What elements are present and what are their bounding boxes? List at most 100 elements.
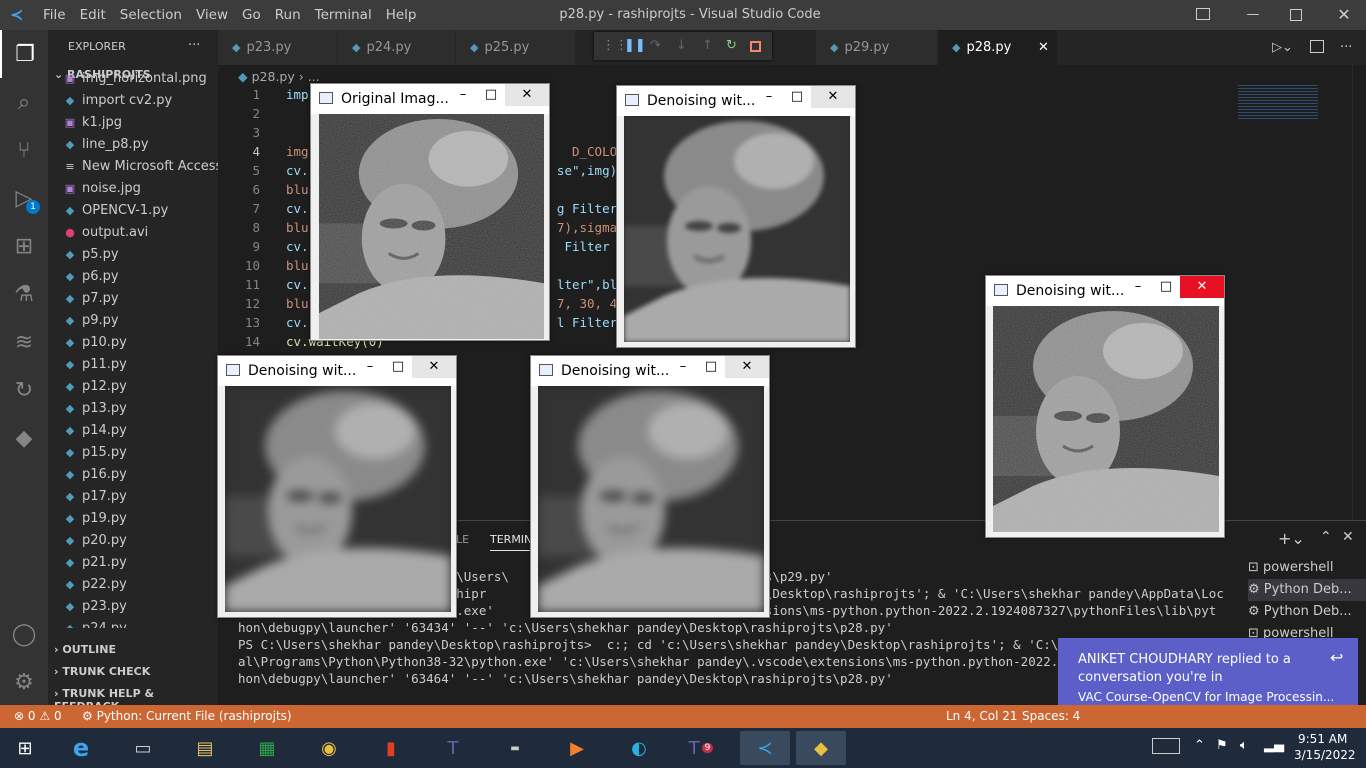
- settings-gear-icon[interactable]: ⚙: [0, 658, 48, 706]
- file-item[interactable]: ◆ OPENCV-1.py: [48, 200, 218, 222]
- menu-help[interactable]: Help: [379, 0, 424, 30]
- minimize-icon[interactable]: –: [451, 84, 475, 106]
- file-item[interactable]: ◆ p15.py: [48, 442, 218, 464]
- minimap[interactable]: [1238, 85, 1318, 121]
- internet-explorer-icon[interactable]: e: [62, 731, 100, 765]
- opencv-window[interactable]: Denoising wit... – □ ✕: [530, 355, 770, 618]
- restart-icon[interactable]: ↻: [726, 32, 737, 60]
- menu-file[interactable]: File: [36, 0, 73, 30]
- store-icon[interactable]: ▦: [248, 731, 286, 765]
- explorer-more-button[interactable]: ···: [188, 38, 200, 53]
- edge-icon[interactable]: ◐: [620, 731, 658, 765]
- close-icon[interactable]: ✕: [725, 356, 769, 378]
- opencv-window[interactable]: Denoising wit... – □ ✕: [616, 85, 856, 348]
- tab-p29[interactable]: ◆ p29.py: [816, 30, 938, 65]
- file-item[interactable]: ◆ p11.py: [48, 354, 218, 376]
- extensions-icon[interactable]: ⊞: [0, 222, 48, 270]
- opencv-window[interactable]: Original Imag... – □ ✕: [310, 83, 550, 341]
- terminal-instance[interactable]: ⚙ Python Deb...: [1248, 601, 1366, 623]
- code-line[interactable]: imp: [286, 87, 309, 102]
- code-line[interactable]: blu: [286, 182, 309, 197]
- restore-button[interactable]: [1290, 9, 1302, 21]
- file-item[interactable]: ◆ p6.py: [48, 266, 218, 288]
- file-explorer-icon[interactable]: ▤: [186, 731, 224, 765]
- python-icon[interactable]: ◆: [0, 414, 48, 462]
- file-item[interactable]: ◆ p7.py: [48, 288, 218, 310]
- tab-p24[interactable]: ◆ p24.py: [338, 30, 456, 65]
- close-icon[interactable]: ✕: [505, 84, 549, 106]
- lenovo-icon[interactable]: ▭: [124, 731, 162, 765]
- close-panel-icon[interactable]: ✕: [1342, 529, 1354, 545]
- more-actions-icon[interactable]: ···: [1340, 30, 1352, 65]
- mysql-icon[interactable]: ▬: [496, 731, 534, 765]
- maximize-icon[interactable]: □: [699, 356, 723, 378]
- file-item[interactable]: ◆ p22.py: [48, 574, 218, 596]
- wifi-icon[interactable]: ▂▄: [1264, 738, 1284, 753]
- file-item[interactable]: ▣ k1.jpg: [48, 112, 218, 134]
- tab-p25[interactable]: ◆ p25.py: [456, 30, 576, 65]
- file-item[interactable]: ◆ import cv2.py: [48, 90, 218, 112]
- indentation[interactable]: Spaces: 4: [1022, 705, 1080, 728]
- menu-go[interactable]: Go: [235, 0, 268, 30]
- network-icon[interactable]: ⚑: [1216, 738, 1228, 753]
- tray-up-icon[interactable]: ⌃: [1194, 738, 1205, 753]
- file-item[interactable]: ▣ noise.jpg: [48, 178, 218, 200]
- terminal-instance[interactable]: ⚙ Python Deb...: [1248, 579, 1366, 601]
- teams-badge-icon[interactable]: T9: [682, 731, 720, 765]
- file-item[interactable]: ◆ p16.py: [48, 464, 218, 486]
- split-editor-icon[interactable]: [1310, 40, 1324, 53]
- close-icon[interactable]: ✕: [811, 86, 855, 108]
- docker-icon[interactable]: ≋: [0, 318, 48, 366]
- explorer-icon[interactable]: ❐: [0, 30, 48, 78]
- pause-icon[interactable]: ❚❚: [624, 32, 646, 60]
- file-item[interactable]: ◆ p13.py: [48, 398, 218, 420]
- opencv-window[interactable]: Denoising wit... – □ ✕: [217, 355, 457, 618]
- file-item[interactable]: ◆ p20.py: [48, 530, 218, 552]
- window-titlebar[interactable]: Denoising wit... – □ ✕: [617, 86, 855, 116]
- tab-p28[interactable]: ◆ p28.py ✕: [938, 30, 1058, 65]
- new-terminal-icon[interactable]: +⌄: [1278, 529, 1305, 548]
- close-icon[interactable]: ✕: [412, 356, 456, 378]
- step-over-icon[interactable]: ↷: [650, 32, 661, 60]
- section-trunk-check[interactable]: › TRUNK CHECK: [54, 665, 150, 678]
- clock-date[interactable]: 3/15/2022: [1294, 748, 1356, 762]
- cursor-position[interactable]: Ln 4, Col 21: [946, 705, 1018, 728]
- tab-close-icon[interactable]: ✕: [1038, 30, 1049, 65]
- stop-icon[interactable]: [750, 41, 761, 52]
- window-titlebar[interactable]: Denoising wit... – □ ✕: [218, 356, 456, 386]
- maximize-icon[interactable]: □: [785, 86, 809, 108]
- maximize-icon[interactable]: □: [1154, 276, 1178, 298]
- panel-tab-partial[interactable]: LE: [456, 533, 469, 546]
- close-icon[interactable]: ✕: [1180, 276, 1224, 298]
- breadcrumb-rest[interactable]: ...: [308, 69, 320, 84]
- file-item[interactable]: ◆ p10.py: [48, 332, 218, 354]
- window-titlebar[interactable]: Original Imag... – □ ✕: [311, 84, 549, 114]
- testing-icon[interactable]: ⚗: [0, 270, 48, 318]
- menu-edit[interactable]: Edit: [73, 0, 113, 30]
- minimize-icon[interactable]: –: [358, 356, 382, 378]
- source-control-icon[interactable]: ⑂: [0, 126, 48, 174]
- file-item[interactable]: ◆ p12.py: [48, 376, 218, 398]
- windows-start-icon[interactable]: ⊞: [6, 731, 44, 765]
- vscode-taskbar-icon[interactable]: ≺: [740, 731, 790, 765]
- volume-icon[interactable]: 🔈︎: [1240, 738, 1248, 753]
- file-item[interactable]: ● output.avi: [48, 222, 218, 244]
- file-item[interactable]: ◆ p14.py: [48, 420, 218, 442]
- remote-icon[interactable]: ↻: [0, 366, 48, 414]
- step-out-icon[interactable]: ↑: [702, 32, 713, 60]
- menu-selection[interactable]: Selection: [113, 0, 189, 30]
- menu-run[interactable]: Run: [268, 0, 308, 30]
- opencv-window[interactable]: Denoising wit... – □ ✕: [985, 275, 1225, 538]
- file-item[interactable]: ≡ New Microsoft Access...: [48, 156, 218, 178]
- file-item[interactable]: ◆ p5.py: [48, 244, 218, 266]
- maximize-icon[interactable]: □: [386, 356, 410, 378]
- search-icon[interactable]: ⌕: [0, 78, 48, 126]
- teams-icon[interactable]: T: [434, 731, 472, 765]
- file-item[interactable]: ◆ p19.py: [48, 508, 218, 530]
- chrome-icon[interactable]: ◉: [310, 731, 348, 765]
- app-red-icon[interactable]: ▮: [372, 731, 410, 765]
- run-config[interactable]: ⚙ Python: Current File (rashiprojts): [82, 705, 292, 728]
- clock-time[interactable]: 9:51 AM: [1298, 732, 1347, 746]
- minimize-icon[interactable]: –: [757, 86, 781, 108]
- step-into-icon[interactable]: ↓: [676, 32, 687, 60]
